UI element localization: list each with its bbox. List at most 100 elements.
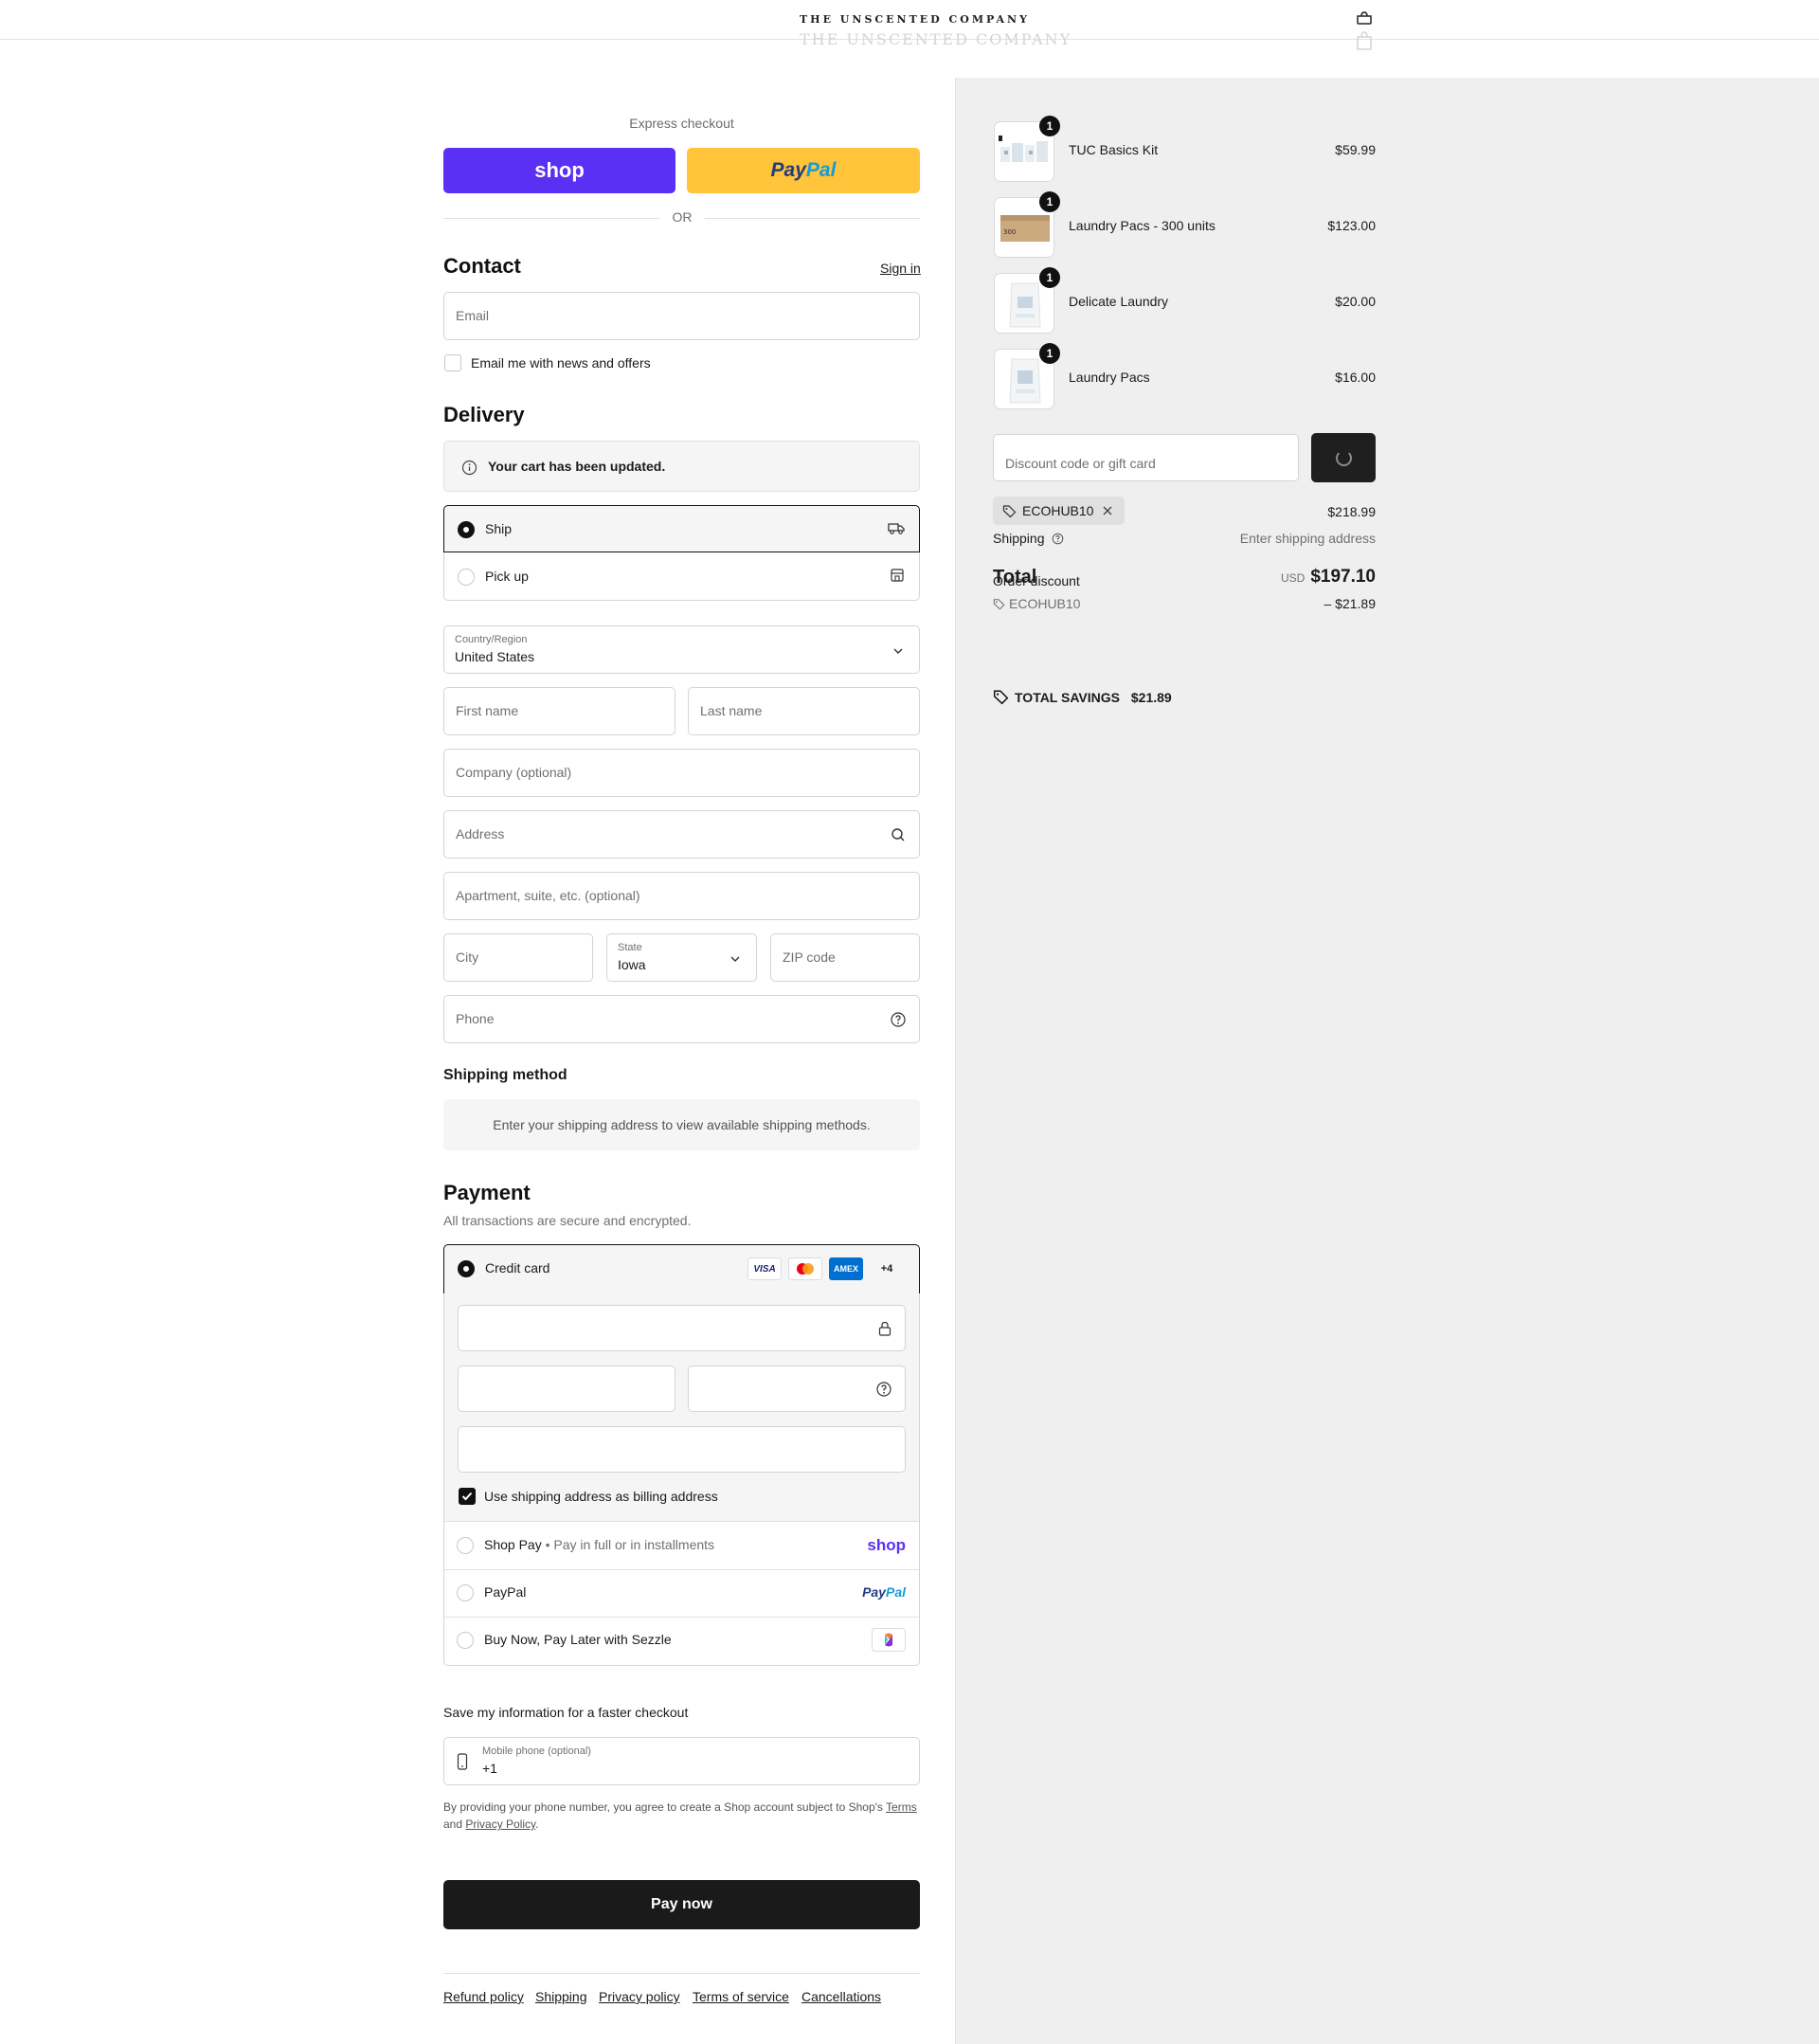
loading-spinner-icon — [1336, 450, 1352, 466]
cart-updated-text: Your cart has been updated. — [488, 459, 666, 474]
item-price: $123.00 — [1327, 218, 1376, 233]
total-savings-label: TOTAL SAVINGS — [1015, 690, 1120, 705]
cart-icon[interactable] — [1355, 11, 1374, 25]
footer-link-cancellations[interactable]: Cancellations — [801, 1989, 881, 2004]
discount-code-field[interactable]: Discount code or gift card — [993, 434, 1299, 481]
first-name-field[interactable]: First name — [443, 687, 675, 735]
legal-text-1: By providing your phone number, you agre… — [443, 1800, 883, 1814]
apartment-placeholder: Apartment, suite, etc. (optional) — [456, 888, 640, 903]
card-number-field[interactable] — [458, 1305, 906, 1351]
payment-option-sezzle[interactable]: Buy Now, Pay Later with Sezzle — [443, 1617, 920, 1664]
name-on-card-field[interactable] — [458, 1426, 906, 1473]
delivery-method-group: Ship Pick up — [443, 505, 920, 601]
shop-pay-radio[interactable] — [457, 1537, 474, 1554]
chevron-down-icon — [893, 648, 903, 654]
amex-logo: AMEX — [829, 1257, 863, 1280]
security-code-field[interactable] — [688, 1366, 906, 1412]
currency-code: USD — [1280, 571, 1306, 585]
credit-card-radio[interactable] — [458, 1260, 475, 1277]
expiration-date-field[interactable] — [458, 1366, 675, 1412]
shipping-label-text: Shipping — [993, 531, 1045, 546]
checkmark-icon — [461, 1492, 473, 1501]
last-name-field[interactable]: Last name — [688, 687, 920, 735]
brand-logo[interactable]: THE UNSCENTED COMPANY — [800, 13, 1030, 26]
help-icon[interactable] — [890, 1011, 907, 1028]
contact-heading: Contact — [443, 254, 521, 278]
payment-option-shop-pay[interactable]: Shop Pay • Pay in full or in installment… — [443, 1522, 920, 1569]
store-icon — [891, 569, 904, 582]
shop-pay-label: Shop Pay — [484, 1537, 542, 1552]
visa-logo: VISA — [747, 1257, 782, 1280]
bullet: • — [545, 1537, 550, 1552]
quantity-badge: 1 — [1039, 343, 1060, 364]
billing-same-checkbox[interactable] — [459, 1488, 476, 1505]
item-name: TUC Basics Kit — [1069, 142, 1159, 157]
cart-ghost-icon — [1357, 31, 1372, 50]
item-price: $16.00 — [1335, 370, 1376, 385]
help-icon[interactable] — [1052, 533, 1064, 545]
delivery-option-ship[interactable]: Ship — [443, 505, 920, 552]
paypal-logo-pay: Pay — [862, 1584, 886, 1600]
search-icon — [891, 828, 905, 841]
credit-card-form: Use shipping address as billing address — [444, 1293, 919, 1521]
privacy-policy-link[interactable]: Privacy Policy — [465, 1818, 535, 1831]
paypal-express-button[interactable]: Pay Pal — [687, 148, 920, 193]
phone-field[interactable]: Phone — [443, 995, 920, 1043]
mobile-phone-value: +1 — [482, 1761, 497, 1776]
terms-link[interactable]: Terms — [886, 1800, 917, 1814]
footer-link-privacy[interactable]: Privacy policy — [599, 1989, 680, 2004]
country-value: United States — [455, 649, 535, 664]
first-name-placeholder: First name — [456, 703, 519, 718]
footer-link-shipping[interactable]: Shipping — [535, 1989, 587, 2004]
item-name: Delicate Laundry — [1069, 294, 1169, 309]
pay-now-button[interactable]: Pay now — [443, 1880, 920, 1929]
paypal-label: PayPal — [484, 1584, 527, 1600]
item-price: $59.99 — [1335, 142, 1376, 157]
city-placeholder: City — [456, 950, 479, 965]
sezzle-radio[interactable] — [457, 1632, 474, 1649]
mobile-phone-field[interactable]: Mobile phone (optional) +1 — [443, 1737, 920, 1785]
paypal-logo-pal: Pal — [805, 159, 837, 181]
country-select[interactable]: Country/Region United States — [443, 625, 920, 674]
shipping-value: Enter shipping address — [1239, 531, 1376, 546]
zip-field[interactable]: ZIP code — [770, 933, 920, 982]
chevron-down-icon — [730, 956, 740, 962]
tag-icon — [993, 690, 1009, 705]
state-select[interactable]: State Iowa — [606, 933, 757, 982]
ship-label: Ship — [485, 521, 513, 536]
sezzle-logo-icon — [872, 1628, 906, 1652]
delivery-option-pickup[interactable]: Pick up — [444, 553, 919, 601]
company-field[interactable]: Company (optional) — [443, 749, 920, 797]
shop-pay-express-button[interactable]: shop — [443, 148, 675, 193]
quantity-badge: 1 — [1039, 191, 1060, 212]
total-value: $197.10 — [1310, 567, 1376, 587]
discount-code-name: ECOHUB10 — [1009, 596, 1081, 611]
footer-link-terms[interactable]: Terms of service — [693, 1989, 789, 2004]
applied-discount-code: ECOHUB10 — [1022, 503, 1094, 518]
address-field[interactable]: Address — [443, 810, 920, 859]
state-value: Iowa — [618, 957, 646, 972]
payment-option-paypal[interactable]: PayPal PayPal — [443, 1569, 920, 1617]
footer-link-refund[interactable]: Refund policy — [443, 1989, 524, 2004]
ship-radio[interactable] — [458, 521, 475, 538]
or-label: OR — [659, 209, 705, 225]
sign-in-link[interactable]: Sign in — [880, 261, 921, 276]
newsletter-checkbox[interactable] — [444, 354, 461, 371]
mobile-phone-icon — [457, 1753, 468, 1770]
item-price: $20.00 — [1335, 294, 1376, 309]
paypal-radio[interactable] — [457, 1584, 474, 1601]
email-field[interactable]: Email — [443, 292, 920, 340]
pickup-radio[interactable] — [458, 569, 475, 586]
payment-subtitle: All transactions are secure and encrypte… — [443, 1213, 692, 1228]
apartment-field[interactable]: Apartment, suite, etc. (optional) — [443, 872, 920, 920]
subtotal-value: $218.99 — [1327, 504, 1376, 519]
quantity-badge: 1 — [1039, 116, 1060, 136]
city-field[interactable]: City — [443, 933, 593, 982]
lock-icon — [878, 1321, 891, 1336]
discount-code-row: ECOHUB10 — [993, 596, 1080, 611]
help-icon[interactable] — [875, 1381, 892, 1398]
apply-discount-button[interactable] — [1311, 433, 1376, 482]
total-amount: USD $197.10 — [1281, 567, 1376, 588]
close-icon[interactable] — [1102, 505, 1113, 516]
more-cards-badge: +4 — [880, 1263, 893, 1275]
